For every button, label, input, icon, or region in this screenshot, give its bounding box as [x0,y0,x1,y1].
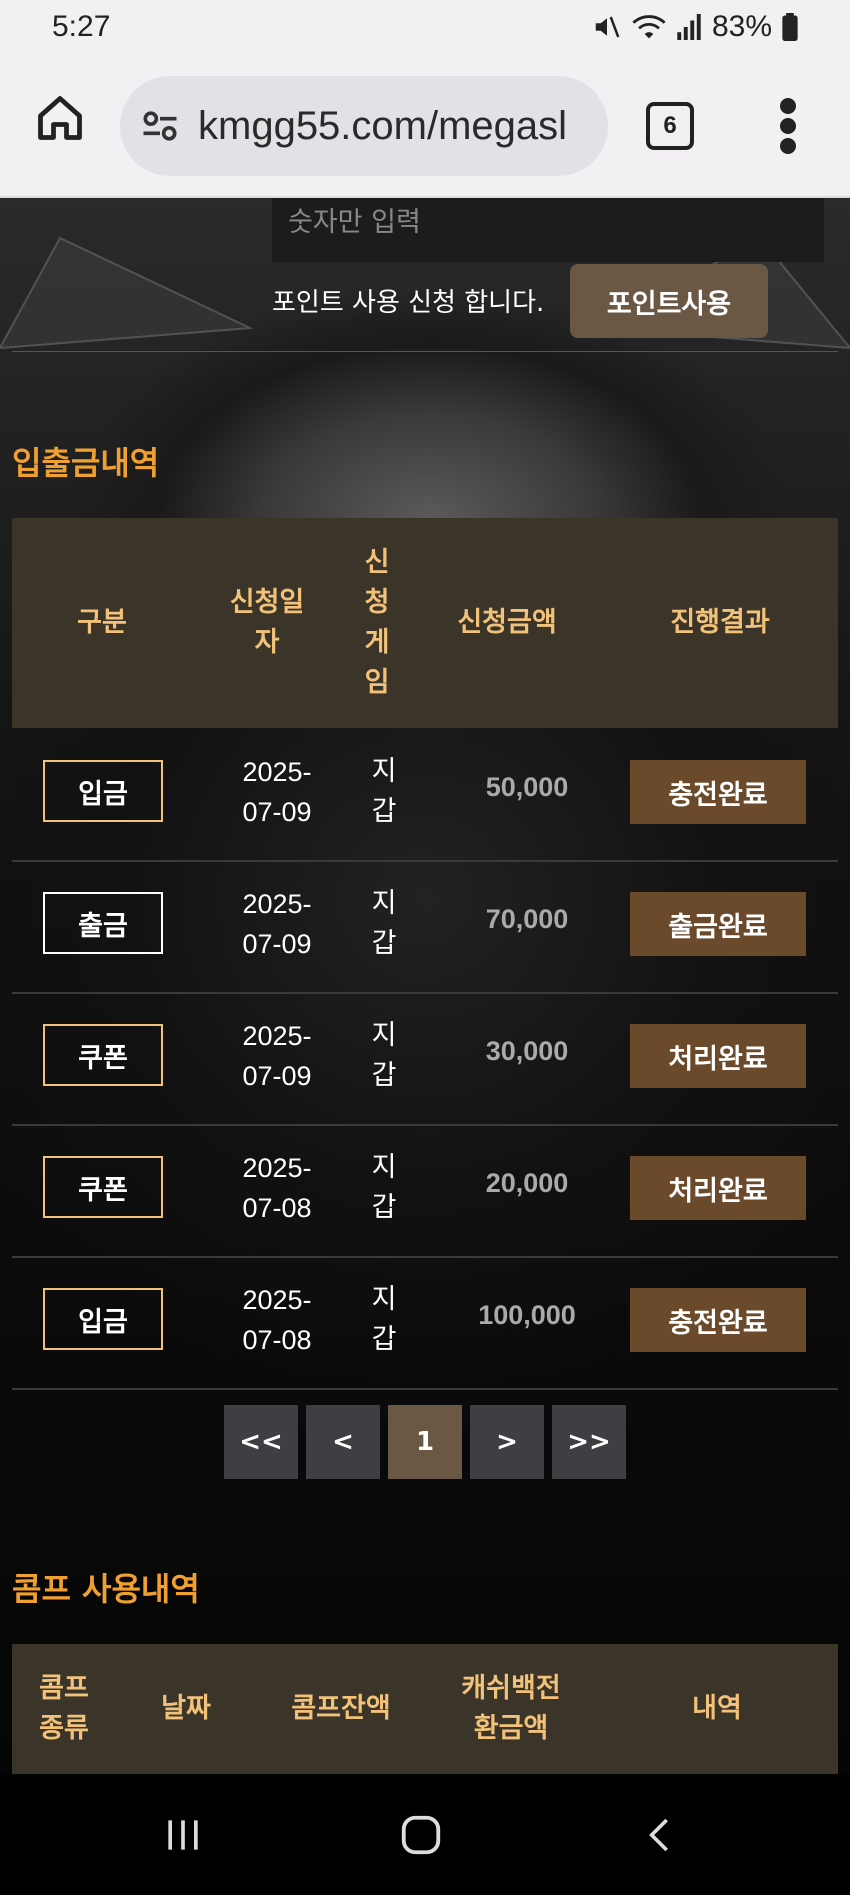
comp-header-cashback: 캐쉬백전 환금액 [461,1673,561,1744]
back-nav-icon[interactable] [640,1813,680,1857]
system-nav-bar [0,1775,850,1895]
type-badge: 출금 [43,892,163,954]
point-use-button[interactable]: 포인트사용 [570,264,768,338]
comp-header-balance: 콤프잔액 [291,1693,391,1724]
row-date: 2025- 07-09 [242,889,312,959]
table-row: 출금 2025- 07-09 지 갑 70,000 출금완료 [12,860,838,994]
row-date: 2025- 07-09 [242,757,312,827]
home-nav-icon[interactable] [398,1812,444,1858]
header-game: 신 청 게 임 [364,547,390,698]
row-date: 2025- 07-08 [242,1285,312,1355]
header-date: 신청일 자 [229,587,305,658]
row-date: 2025- 07-09 [242,1021,312,1091]
comp-header-date: 날짜 [161,1693,211,1724]
battery-icon [782,13,798,41]
page-next-button[interactable]: > [470,1405,544,1479]
point-amount-input[interactable]: 숫자만 입력 [272,198,824,262]
row-amount: 100,000 [478,1300,576,1330]
status-icons: 83% [592,10,798,44]
page-current-button[interactable]: 1 [388,1405,462,1479]
header-amount: 신청금액 [457,607,557,638]
battery-percent: 83% [711,10,772,43]
row-amount: 30,000 [485,1036,569,1066]
tab-switcher-button[interactable]: 6 [646,102,694,150]
page-last-button[interactable]: >> [552,1405,626,1479]
table-row: 쿠폰 2025- 07-09 지 갑 30,000 처리완료 [12,992,838,1126]
status-badge: 출금완료 [630,892,806,956]
url-text: kmgg55.com/megasl [198,103,568,148]
history-section-title: 입출금내역 [12,444,160,482]
mute-icon [595,16,620,38]
type-badge: 입금 [43,1288,163,1350]
page-prev-button[interactable]: < [306,1405,380,1479]
header-type: 구분 [77,607,127,638]
recent-apps-icon[interactable] [161,1813,205,1857]
page-content: 숫자만 입력 포인트 사용 신청 합니다. 포인트사용 입출금내역 구분 신청일… [0,198,850,1775]
type-badge: 쿠폰 [43,1024,163,1086]
wifi-icon [632,15,666,39]
table-row: 입금 2025- 07-09 지 갑 50,000 충전완료 [12,728,838,862]
table-row: 쿠폰 2025- 07-08 지 갑 20,000 처리완료 [12,1124,838,1258]
history-table-header: 구분 신청일 자 신 청 게 임 신청금액 진행결과 [12,518,838,728]
site-settings-icon[interactable] [138,104,182,148]
type-badge: 입금 [43,760,163,822]
row-date: 2025- 07-08 [242,1153,312,1223]
comp-section-title: 콤프 사용내역 [12,1570,200,1608]
status-time: 5:27 [52,10,111,43]
more-menu-icon[interactable] [776,96,800,156]
row-amount: 70,000 [485,904,569,934]
header-status: 진행결과 [670,607,770,638]
browser-toolbar: kmgg55.com/megasl 6 [0,56,850,198]
comp-header-detail: 내역 [692,1693,742,1724]
status-badge: 충전완료 [630,1288,806,1352]
divider [12,351,838,352]
row-amount: 20,000 [485,1168,569,1198]
row-game: 지 갑 [371,756,397,827]
pagination: << < 1 > >> [0,1405,850,1479]
home-icon[interactable] [34,92,86,144]
page-first-button[interactable]: << [224,1405,298,1479]
row-amount: 50,000 [485,772,569,802]
url-bar[interactable]: kmgg55.com/megasl [120,76,608,176]
table-row: 입금 2025- 07-08 지 갑 100,000 충전완료 [12,1256,838,1390]
status-badge: 처리완료 [630,1024,806,1088]
status-badge: 처리완료 [630,1156,806,1220]
row-game: 지 갑 [371,1152,397,1223]
status-badge: 충전완료 [630,760,806,824]
point-apply-text: 포인트 사용 신청 합니다. [272,288,545,318]
comp-table-header: 콤프 종류 날짜 콤프잔액 캐쉬백전 환금액 내역 [12,1644,838,1774]
row-game: 지 갑 [371,888,397,959]
row-game: 지 갑 [371,1284,397,1355]
comp-header-type: 콤프 종류 [39,1673,89,1744]
status-bar: 5:27 83% [0,0,850,56]
signal-icon [677,14,701,40]
row-game: 지 갑 [371,1020,397,1091]
type-badge: 쿠폰 [43,1156,163,1218]
